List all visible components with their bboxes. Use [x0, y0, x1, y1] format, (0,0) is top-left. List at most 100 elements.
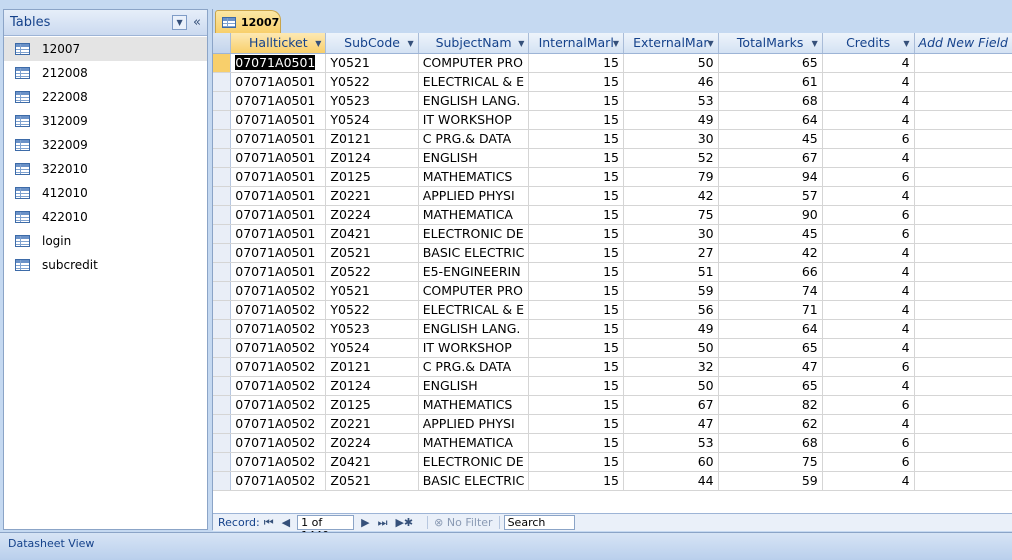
table-cell[interactable]: 4 [822, 72, 915, 92]
table-row[interactable]: 07071A0502 Z0121 C PRG.& DATA 15 32 47 6 [213, 357, 1012, 377]
sidebar-item-login[interactable]: login [4, 229, 207, 253]
table-row[interactable]: 07071A0501 Z0522 E5-ENGINEERIN 15 51 66 4 [213, 262, 1012, 282]
table-cell[interactable]: 6 [822, 452, 915, 472]
table-cell[interactable]: 07071A0501 [230, 167, 327, 187]
table-cell[interactable]: 07071A0501 [230, 186, 327, 206]
table-cell[interactable]: 74 [718, 281, 823, 301]
table-cell[interactable]: 15 [528, 452, 624, 472]
table-cell[interactable]: 30 [623, 224, 719, 244]
table-cell[interactable]: 07071A0502 [230, 452, 327, 472]
row-selector[interactable] [213, 72, 232, 92]
table-cell[interactable]: 4 [822, 376, 915, 396]
table-cell[interactable]: 15 [528, 471, 624, 491]
table-cell[interactable]: Y0523 [325, 319, 419, 339]
table-cell[interactable]: 82 [718, 395, 823, 415]
column-header[interactable]: Credits ▼ [822, 33, 915, 54]
table-cell[interactable]: 15 [528, 243, 624, 263]
sidebar-item-412010[interactable]: 412010 [4, 181, 207, 205]
table-cell[interactable]: 6 [822, 224, 915, 244]
add-new-field-header[interactable]: Add New Field [914, 33, 1012, 54]
table-cell[interactable]: 4 [822, 110, 915, 130]
table-cell[interactable]: 4 [822, 471, 915, 491]
table-cell[interactable]: 15 [528, 262, 624, 282]
add-new-field-cell[interactable] [914, 110, 1012, 130]
table-cell[interactable]: 07071A0501 [230, 110, 327, 130]
table-cell[interactable]: 6 [822, 167, 915, 187]
table-cell[interactable]: 07071A0502 [230, 281, 327, 301]
table-cell[interactable]: 15 [528, 224, 624, 244]
table-row[interactable]: 07071A0502 Z0224 MATHEMATICA 15 53 68 6 [213, 433, 1012, 453]
table-cell[interactable]: 15 [528, 395, 624, 415]
row-selector[interactable] [213, 433, 232, 453]
table-cell[interactable]: 61 [718, 72, 823, 92]
row-selector[interactable] [213, 110, 232, 130]
table-row[interactable]: 07071A0502 Z0421 ELECTRONIC DE 15 60 75 6 [213, 452, 1012, 472]
table-cell[interactable]: Z0221 [325, 186, 419, 206]
table-cell[interactable]: 15 [528, 281, 624, 301]
table-cell[interactable]: 68 [718, 433, 823, 453]
row-selector[interactable] [213, 205, 232, 225]
table-cell[interactable]: 15 [528, 338, 624, 358]
add-new-field-cell[interactable] [914, 471, 1012, 491]
sidebar-item-322010[interactable]: 322010 [4, 157, 207, 181]
table-cell[interactable]: MATHEMATICS [418, 167, 530, 187]
table-cell[interactable]: 67 [623, 395, 719, 415]
table-cell[interactable]: MATHEMATICS [418, 395, 530, 415]
table-cell[interactable]: Y0522 [325, 300, 419, 320]
table-row[interactable]: 07071A0502 Y0521 COMPUTER PRO 15 59 74 4 [213, 281, 1012, 301]
table-cell[interactable]: 07071A0501 [230, 243, 327, 263]
row-selector[interactable] [213, 224, 232, 244]
collapse-pane-icon[interactable]: « [193, 15, 201, 30]
table-row[interactable]: 07071A0502 Y0522 ELECTRICAL & E 15 56 71 4 [213, 300, 1012, 320]
table-cell[interactable]: 47 [718, 357, 823, 377]
table-cell[interactable]: BASIC ELECTRIC [418, 471, 530, 491]
table-cell[interactable]: 07071A0502 [230, 338, 327, 358]
table-cell[interactable]: 68 [718, 91, 823, 111]
table-cell[interactable]: 07071A0502 [230, 357, 327, 377]
table-cell[interactable]: 42 [718, 243, 823, 263]
row-selector[interactable] [213, 281, 232, 301]
table-cell[interactable]: Y0522 [325, 72, 419, 92]
table-cell[interactable]: 66 [718, 262, 823, 282]
table-cell[interactable]: 15 [528, 319, 624, 339]
row-selector[interactable] [213, 300, 232, 320]
table-cell[interactable]: 4 [822, 53, 915, 73]
table-cell[interactable]: 79 [623, 167, 719, 187]
table-cell[interactable]: Z0421 [325, 452, 419, 472]
table-cell[interactable]: 49 [623, 110, 719, 130]
table-cell[interactable]: Y0523 [325, 91, 419, 111]
table-cell[interactable]: Z0224 [325, 205, 419, 225]
column-header[interactable]: InternalMarl ▼ [528, 33, 624, 54]
row-selector[interactable] [213, 186, 232, 206]
table-cell[interactable]: APPLIED PHYSI [418, 186, 530, 206]
table-cell[interactable]: COMPUTER PRO [418, 53, 530, 73]
table-row[interactable]: 07071A0501 Z0421 ELECTRONIC DE 15 30 45 6 [213, 224, 1012, 244]
table-row[interactable]: 07071A0502 Z0521 BASIC ELECTRIC 15 44 59 4 [213, 471, 1012, 491]
table-cell[interactable]: 4 [822, 319, 915, 339]
row-selector[interactable] [213, 319, 232, 339]
add-new-field-cell[interactable] [914, 91, 1012, 111]
table-cell[interactable]: Y0521 [325, 281, 419, 301]
table-cell[interactable]: 50 [623, 53, 719, 73]
table-cell[interactable]: 50 [623, 376, 719, 396]
no-filter-button[interactable]: ⊗ No Filter [427, 516, 500, 529]
table-cell[interactable]: ELECTRONIC DE [418, 452, 530, 472]
table-row[interactable]: 07071A0501 Z0125 MATHEMATICS 15 79 94 6 [213, 167, 1012, 187]
table-cell[interactable]: 56 [623, 300, 719, 320]
sidebar-item-subcredit[interactable]: subcredit [4, 253, 207, 277]
add-new-field-cell[interactable] [914, 433, 1012, 453]
add-new-field-cell[interactable] [914, 53, 1012, 73]
table-cell[interactable]: 4 [822, 300, 915, 320]
row-selector[interactable] [213, 129, 232, 149]
chevron-down-icon[interactable]: ▼ [408, 39, 414, 48]
table-cell[interactable]: 6 [822, 129, 915, 149]
table-row[interactable]: 07071A0502 Z0221 APPLIED PHYSI 15 47 62 4 [213, 414, 1012, 434]
new-record-icon[interactable]: ▶✱ [391, 516, 417, 529]
table-cell[interactable]: Z0121 [325, 129, 419, 149]
select-all-corner[interactable] [213, 33, 232, 54]
table-cell[interactable]: ENGLISH [418, 148, 530, 168]
table-cell[interactable]: 4 [822, 91, 915, 111]
table-cell[interactable]: Z0521 [325, 243, 419, 263]
table-cell[interactable]: 44 [623, 471, 719, 491]
sidebar-item-422010[interactable]: 422010 [4, 205, 207, 229]
